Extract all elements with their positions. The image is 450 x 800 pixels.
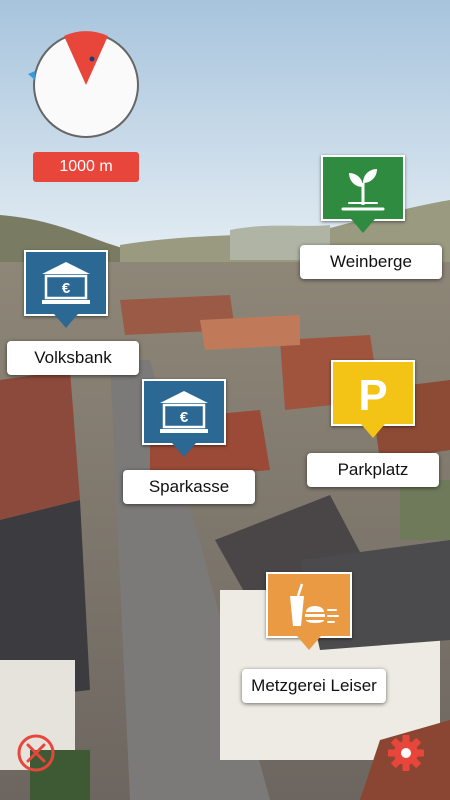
north-indicator	[28, 71, 35, 80]
poi-sparkasse[interactable]: € Sparkasse	[123, 379, 255, 507]
poi-parkplatz-label[interactable]: Parkplatz	[307, 453, 439, 487]
radar	[26, 30, 144, 142]
poi-sparkasse-pointer	[172, 443, 196, 457]
radar-distance-badge: 1000 m	[33, 152, 139, 182]
close-button[interactable]	[16, 733, 56, 773]
gear-icon	[388, 735, 424, 771]
food-drink-icon	[290, 583, 339, 626]
parking-symbol: P	[358, 371, 387, 420]
poi-metzgerei-leiser-pin[interactable]	[266, 572, 352, 638]
poi-weinberge-label[interactable]: Weinberge	[300, 245, 442, 279]
poi-volksbank-pointer	[54, 314, 78, 328]
poi-metzgerei-leiser-label[interactable]: Metzgerei Leiser	[242, 669, 386, 703]
poi-sparkasse-label[interactable]: Sparkasse	[123, 470, 255, 504]
poi-parkplatz-pointer	[361, 424, 385, 438]
poi-metzgerei-leiser-pointer	[297, 636, 321, 650]
bank-euro-icon: €	[42, 262, 90, 304]
poi-volksbank-pin[interactable]: €	[24, 250, 108, 316]
parking-icon: P	[358, 371, 387, 420]
plant-icon	[341, 169, 385, 211]
bank-symbol: €	[62, 280, 71, 297]
poi-volksbank[interactable]: € Volksbank	[7, 250, 139, 378]
settings-button[interactable]	[386, 733, 426, 773]
poi-weinberge-pointer	[351, 219, 375, 233]
poi-weinberge[interactable]: Weinberge	[300, 155, 442, 283]
bank-euro-icon: €	[160, 391, 208, 433]
poi-volksbank-label[interactable]: Volksbank	[7, 341, 139, 375]
poi-parkplatz-pin[interactable]: P	[331, 360, 415, 426]
poi-parkplatz[interactable]: P Parkplatz	[307, 360, 439, 490]
poi-sparkasse-pin[interactable]: €	[142, 379, 226, 445]
poi-weinberge-pin[interactable]	[321, 155, 405, 221]
poi-metzgerei-leiser[interactable]: Metzgerei Leiser	[242, 572, 386, 703]
bank-symbol: €	[180, 409, 189, 426]
radar-compass-icon	[28, 31, 139, 138]
close-circle-icon	[17, 734, 55, 772]
